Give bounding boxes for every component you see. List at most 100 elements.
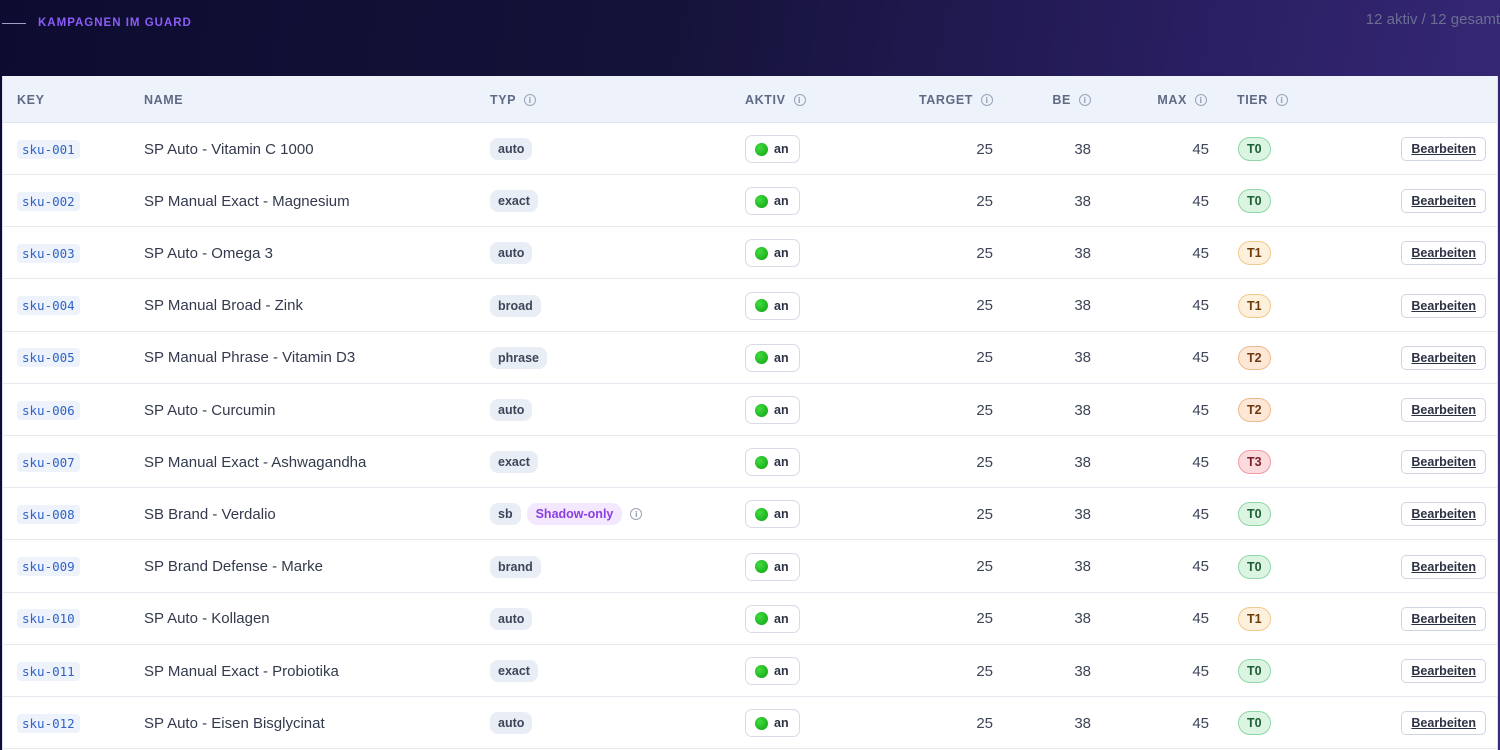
table-row: sku-012 SP Auto - Eisen Bisglycinat auto…	[3, 697, 1497, 750]
aktiv-label: an	[774, 298, 789, 313]
table-row: sku-004 SP Manual Broad - Zink broad an …	[3, 280, 1497, 332]
be-value: 38	[1074, 662, 1091, 680]
aktiv-toggle[interactable]: an	[745, 396, 800, 424]
edit-button[interactable]: Bearbeiten	[1401, 606, 1486, 631]
tier-badge: T0	[1238, 189, 1271, 214]
be-value: 38	[1074, 714, 1091, 732]
campaign-name: SP Auto - Kollagen	[144, 610, 270, 628]
max-value: 45	[1192, 192, 1209, 210]
column-header-tier[interactable]: TIER i	[1237, 93, 1288, 107]
edit-button[interactable]: Bearbeiten	[1401, 659, 1486, 683]
column-header-typ[interactable]: TYP i	[490, 93, 537, 107]
info-icon[interactable]: i	[1195, 94, 1207, 106]
target-value: 25	[976, 662, 993, 680]
edit-button[interactable]: Bearbeiten	[1401, 137, 1486, 161]
column-header-aktiv[interactable]: AKTIV i	[745, 93, 806, 107]
aktiv-toggle[interactable]: an	[745, 343, 800, 372]
aktiv-label: an	[774, 403, 789, 417]
aktiv-toggle[interactable]: an	[745, 709, 800, 738]
header-divider	[2, 23, 26, 24]
campaign-name: SP Auto - Eisen Bisglycinat	[144, 714, 325, 732]
aktiv-toggle[interactable]: an	[745, 604, 800, 633]
max-value: 45	[1192, 714, 1209, 732]
tier-badge: T1	[1238, 293, 1271, 318]
aktiv-toggle[interactable]: an	[745, 135, 800, 163]
edit-button[interactable]: Bearbeiten	[1401, 398, 1486, 422]
tier-badge: T1	[1238, 241, 1271, 266]
info-icon[interactable]: i	[793, 94, 806, 106]
aktiv-toggle[interactable]: an	[745, 500, 800, 529]
max-value: 45	[1192, 505, 1209, 523]
be-value: 38	[1074, 244, 1091, 262]
campaign-name: SP Manual Phrase - Vitamin D3	[144, 349, 356, 367]
target-value: 25	[976, 505, 993, 523]
max-value: 45	[1192, 244, 1209, 262]
aktiv-toggle[interactable]: an	[745, 448, 800, 477]
aktiv-toggle[interactable]: an	[745, 552, 800, 581]
edit-button[interactable]: Bearbeiten	[1401, 554, 1486, 579]
aktiv-toggle[interactable]: an	[745, 657, 800, 685]
info-icon[interactable]: i	[524, 94, 537, 106]
be-value: 38	[1074, 140, 1091, 158]
type-badge: exact	[490, 451, 538, 474]
campaign-key[interactable]: sku-001	[17, 139, 80, 159]
tier-badge: T2	[1238, 398, 1271, 422]
info-icon[interactable]: i	[981, 94, 993, 106]
green-dot-icon	[755, 716, 768, 730]
info-icon[interactable]: i	[1275, 94, 1288, 106]
campaign-key[interactable]: sku-010	[17, 609, 80, 629]
campaign-count: 12 aktiv / 12 gesamt	[1365, 11, 1500, 28]
campaign-key[interactable]: sku-005	[17, 348, 80, 368]
campaign-key[interactable]: sku-011	[17, 661, 80, 681]
aktiv-label: an	[774, 716, 789, 731]
column-header-be[interactable]: BE i	[1003, 93, 1091, 107]
tier-badge: T1	[1238, 606, 1271, 631]
info-icon[interactable]: i	[1079, 94, 1091, 106]
green-dot-icon	[755, 612, 768, 626]
green-dot-icon	[755, 507, 768, 521]
aktiv-label: an	[774, 246, 789, 261]
campaign-key[interactable]: sku-002	[17, 191, 80, 211]
aktiv-toggle[interactable]: an	[745, 187, 800, 216]
edit-button[interactable]: Bearbeiten	[1401, 189, 1486, 214]
target-value: 25	[976, 297, 993, 315]
column-header-target[interactable]: TARGET i	[893, 93, 993, 107]
max-value: 45	[1192, 401, 1209, 419]
campaign-key[interactable]: sku-012	[17, 713, 80, 733]
edit-button[interactable]: Bearbeiten	[1401, 450, 1486, 475]
aktiv-toggle[interactable]: an	[745, 239, 800, 268]
edit-button[interactable]: Bearbeiten	[1401, 502, 1486, 527]
campaign-key[interactable]: sku-006	[17, 400, 80, 420]
edit-button[interactable]: Bearbeiten	[1401, 241, 1486, 266]
campaign-key[interactable]: sku-003	[17, 243, 80, 263]
max-value: 45	[1192, 610, 1209, 628]
column-header-name[interactable]: NAME	[144, 93, 183, 107]
green-dot-icon	[755, 246, 768, 260]
campaign-key[interactable]: sku-008	[17, 504, 80, 524]
edit-button[interactable]: Bearbeiten	[1401, 711, 1486, 736]
be-value: 38	[1074, 192, 1091, 210]
table-header: KEY NAME TYP i AKTIV i TARGET i BE i MAX i TI…	[3, 76, 1497, 123]
table-row: sku-009 SP Brand Defense - Marke brand a…	[3, 541, 1497, 593]
campaign-table: KEY NAME TYP i AKTIV i TARGET i BE i MAX i TI…	[2, 76, 1498, 750]
type-badge: exact	[490, 190, 538, 213]
column-header-max[interactable]: MAX i	[1113, 93, 1207, 107]
campaign-key[interactable]: sku-009	[17, 557, 80, 577]
tier-badge: T0	[1238, 502, 1271, 527]
campaign-name: SP Manual Exact - Magnesium	[144, 192, 350, 210]
campaign-key[interactable]: sku-004	[17, 296, 80, 316]
green-dot-icon	[755, 299, 768, 313]
tier-badge: T0	[1238, 711, 1271, 736]
aktiv-toggle[interactable]: an	[745, 291, 800, 320]
column-header-key[interactable]: KEY	[17, 93, 45, 107]
edit-button[interactable]: Bearbeiten	[1401, 293, 1486, 318]
edit-button[interactable]: Bearbeiten	[1401, 345, 1486, 370]
info-icon[interactable]: i	[630, 508, 643, 521]
campaign-key[interactable]: sku-007	[17, 452, 80, 472]
tier-badge: T0	[1238, 137, 1271, 161]
shadow-only-badge: Shadow-only	[526, 503, 623, 526]
green-dot-icon	[755, 403, 768, 417]
target-value: 25	[976, 558, 993, 576]
aktiv-label: an	[774, 507, 789, 522]
campaign-name: SP Auto - Curcumin	[144, 401, 276, 419]
